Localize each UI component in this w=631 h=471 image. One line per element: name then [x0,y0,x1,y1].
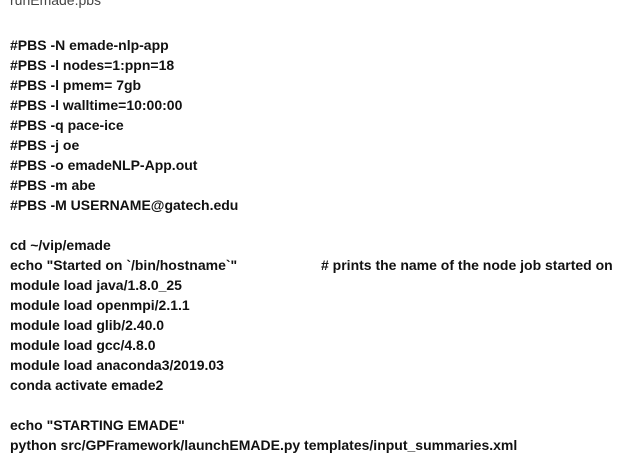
module-load-command: module load openmpi/2.1.1 [10,297,190,313]
echo-started-command: echo "Started on `/bin/hostname`" [10,257,238,273]
pbs-directive: #PBS -o emadeNLP-App.out [10,157,198,173]
conda-activate-command: conda activate emade2 [10,377,164,393]
pbs-directive: #PBS -j oe [10,137,80,153]
pbs-directive: #PBS -q pace-ice [10,117,124,133]
pbs-directive: #PBS -l walltime=10:00:00 [10,97,183,113]
pbs-directive: #PBS -N emade-nlp-app [10,37,169,53]
python-launch-command: python src/GPFramework/launchEMADE.py te… [10,437,518,453]
pbs-directive: #PBS -m abe [10,177,96,193]
module-load-command: module load gcc/4.8.0 [10,337,156,353]
echo-comment: # prints the name of the node job starte… [321,257,613,273]
module-load-command: module load anaconda3/2019.03 [10,357,224,373]
cd-command: cd ~/vip/emade [10,237,111,253]
module-load-command: module load glib/2.40.0 [10,317,165,333]
pbs-directive: #PBS -l nodes=1:ppn=18 [10,57,175,73]
echo-starting-command: echo "STARTING EMADE" [10,417,185,433]
pbs-directive: #PBS -M USERNAME@gatech.edu [10,197,239,213]
echo-started-line: echo "Started on `/bin/hostname`" # prin… [10,255,621,275]
module-load-command: module load java/1.8.0_25 [10,277,182,293]
pbs-directive: #PBS -l pmem= 7gb [10,77,142,93]
file-name: runEmade.pbs [10,0,102,8]
